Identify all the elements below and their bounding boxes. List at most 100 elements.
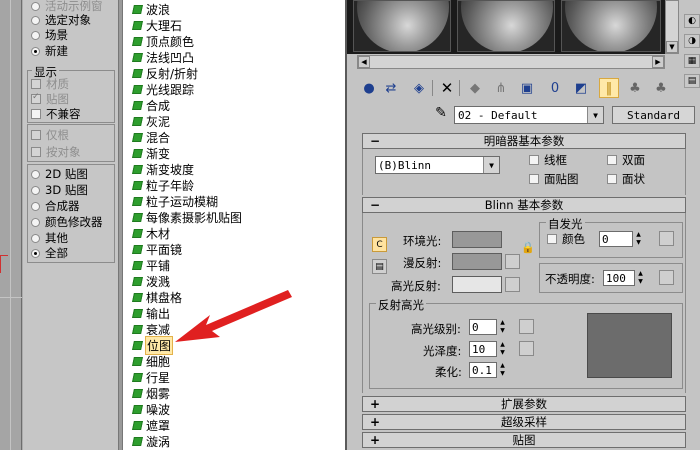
filter-color-modifiers-radio[interactable]: 颜色修改器 xyxy=(31,214,103,230)
browse-from-scene-radio[interactable]: 场景 xyxy=(31,27,68,43)
specular-level-input[interactable]: 0 xyxy=(469,319,497,335)
face-map-checkbox[interactable]: 面贴图 xyxy=(529,171,579,187)
opacity-map-button[interactable] xyxy=(659,270,674,285)
chevron-down-icon[interactable]: ▼ xyxy=(483,157,499,173)
map-list-item[interactable]: 反射/折射 xyxy=(132,65,198,81)
maps-rollout-header[interactable]: + 贴图 xyxy=(362,432,686,448)
map-list-item[interactable]: 漩涡 xyxy=(132,433,170,449)
spinner-arrows-icon[interactable]: ▲ ▼ xyxy=(498,341,507,357)
map-list-item[interactable]: 合成 xyxy=(132,97,170,113)
extended-params-rollout-header[interactable]: + 扩展参数 xyxy=(362,396,686,412)
pick-material-eyedropper-icon[interactable]: ✎ xyxy=(432,104,450,122)
lock-icon[interactable]: 🔒 xyxy=(521,241,535,257)
map-list-item[interactable]: 大理石 xyxy=(132,17,182,33)
color-mode-map-icon[interactable]: ▤ xyxy=(372,259,387,274)
material-type-button[interactable]: Standard xyxy=(612,106,695,124)
map-list-item[interactable]: 平面镜 xyxy=(132,241,182,257)
map-list-item[interactable]: 每像素摄影机贴图 xyxy=(132,209,242,225)
two-sided-checkbox[interactable]: 双面 xyxy=(607,152,645,168)
color-mode-rgb-icon[interactable]: C xyxy=(372,237,387,252)
make-unique-icon[interactable]: ⋔ xyxy=(491,78,511,98)
background-icon[interactable]: ▦ xyxy=(684,54,700,68)
map-list-item[interactable]: 平铺 xyxy=(132,257,170,273)
specular-color-swatch[interactable] xyxy=(452,276,502,293)
glossiness-map-button[interactable] xyxy=(519,341,534,356)
chevron-down-icon[interactable]: ▼ xyxy=(587,107,603,123)
backlight-icon[interactable]: ◑ xyxy=(684,34,700,48)
diffuse-color-swatch[interactable] xyxy=(452,253,502,270)
go-to-parent-icon[interactable]: ♣ xyxy=(625,78,645,98)
viewport-edge[interactable] xyxy=(0,0,22,450)
sample-slot[interactable] xyxy=(561,0,661,52)
opacity-input[interactable]: 100 xyxy=(603,270,635,286)
show-incompatible-checkbox[interactable]: 不兼容 xyxy=(31,106,81,122)
spinner-arrows-icon[interactable]: ▲ ▼ xyxy=(636,270,645,286)
shader-basic-params-rollout-header[interactable]: − 明暗器基本参数 xyxy=(362,133,686,149)
root-only-checkbox[interactable]: 仅根 xyxy=(31,127,69,143)
self-illum-value-input[interactable]: 0 xyxy=(599,231,633,247)
shader-type-dropdown[interactable]: (B)Blinn ▼ xyxy=(375,156,500,174)
show-maps-checkbox[interactable]: 贴图 xyxy=(31,91,69,107)
map-type-list[interactable]: 波浪 大理石 顶点颜色 法线凹凸 反射/折射 光线跟踪 合成 灰泥 混合 渐变 渐变坡度 粒子年龄 粒子… xyxy=(123,0,345,450)
filter-2d-maps-radio[interactable]: 2D 贴图 xyxy=(31,166,88,182)
map-list-item[interactable]: 灰泥 xyxy=(132,113,170,129)
map-list-item[interactable]: 法线凹凸 xyxy=(132,49,194,65)
map-list-item[interactable]: 细胞 xyxy=(132,353,170,369)
spinner-arrows-icon[interactable]: ▲ ▼ xyxy=(498,362,507,378)
map-list-item[interactable]: 噪波 xyxy=(132,401,170,417)
sample-slot[interactable] xyxy=(457,0,555,52)
get-material-icon[interactable]: ● xyxy=(359,78,379,98)
make-copy-icon[interactable]: ◆ xyxy=(465,78,485,98)
wire-checkbox[interactable]: 线框 xyxy=(529,152,567,168)
map-list-item[interactable]: 渐变 xyxy=(132,145,170,161)
assign-material-icon[interactable]: ◈ xyxy=(409,78,429,98)
specular-map-button[interactable] xyxy=(505,277,520,292)
put-to-library-icon[interactable]: ▣ xyxy=(517,78,537,98)
supersampling-rollout-header[interactable]: + 超级采样 xyxy=(362,414,686,430)
filter-other-radio[interactable]: 其他 xyxy=(31,230,68,246)
scroll-right-arrow-icon[interactable]: ▶ xyxy=(652,56,664,68)
show-end-result-icon[interactable]: ‖ xyxy=(599,78,619,98)
map-list-item[interactable]: 行星 xyxy=(132,369,170,385)
map-list-item[interactable]: 粒子年龄 xyxy=(132,177,194,193)
map-list-item[interactable]: 粒子运动模糊 xyxy=(132,193,218,209)
slots-horizontal-scrollbar[interactable]: ◀ ▶ xyxy=(357,55,665,69)
map-list-item[interactable]: 渐变坡度 xyxy=(132,161,194,177)
map-list-item[interactable]: 泼溅 xyxy=(132,273,170,289)
material-name-field[interactable]: 02 - Default ▼ xyxy=(454,106,604,124)
show-materials-checkbox[interactable]: 材质 xyxy=(31,76,69,92)
map-list-item[interactable]: 混合 xyxy=(132,129,170,145)
self-illum-map-button[interactable] xyxy=(659,231,674,246)
soften-input[interactable]: 0.1 xyxy=(469,362,497,378)
sample-slot[interactable] xyxy=(353,0,451,52)
filter-compositors-radio[interactable]: 合成器 xyxy=(31,198,80,214)
map-list-item[interactable]: 顶点颜色 xyxy=(132,33,194,49)
faceted-checkbox[interactable]: 面状 xyxy=(607,171,645,187)
filter-3d-maps-radio[interactable]: 3D 贴图 xyxy=(31,182,88,198)
diffuse-map-button[interactable] xyxy=(505,254,520,269)
filter-all-radio[interactable]: 全部 xyxy=(31,245,68,261)
go-forward-to-sibling-icon[interactable]: ♣ xyxy=(651,78,671,98)
browse-from-selected-radio[interactable]: 选定对象 xyxy=(31,12,91,28)
map-list-item[interactable]: 光线跟踪 xyxy=(132,81,194,97)
show-map-in-viewport-icon[interactable]: ◩ xyxy=(571,78,591,98)
map-list-item[interactable]: 输出 xyxy=(132,305,170,321)
browse-from-new-radio[interactable]: 新建 xyxy=(31,43,68,59)
material-id-channel-icon[interactable]: 0 xyxy=(545,78,565,98)
ambient-color-swatch[interactable] xyxy=(452,231,502,248)
map-list-item[interactable]: 木材 xyxy=(132,225,170,241)
put-to-scene-icon[interactable]: ⇄ xyxy=(381,78,401,98)
scroll-left-arrow-icon[interactable]: ◀ xyxy=(358,56,370,68)
self-illum-color-checkbox[interactable]: 颜色 xyxy=(547,231,585,247)
scroll-down-arrow-icon[interactable]: ▼ xyxy=(666,41,678,53)
map-list-item[interactable]: 遮罩 xyxy=(132,417,170,433)
slots-vertical-scrollbar[interactable]: ▼ xyxy=(665,0,679,54)
map-list-item[interactable]: 衰减 xyxy=(132,321,170,337)
sample-type-icon[interactable]: ◐ xyxy=(684,14,700,28)
glossiness-input[interactable]: 10 xyxy=(469,341,497,357)
specular-level-map-button[interactable] xyxy=(519,319,534,334)
reset-map-icon[interactable]: ✕ xyxy=(437,78,457,98)
map-list-item[interactable]: 波浪 xyxy=(132,1,170,17)
spinner-arrows-icon[interactable]: ▲ ▼ xyxy=(634,231,643,247)
blinn-basic-params-rollout-header[interactable]: − Blinn 基本参数 xyxy=(362,197,686,213)
